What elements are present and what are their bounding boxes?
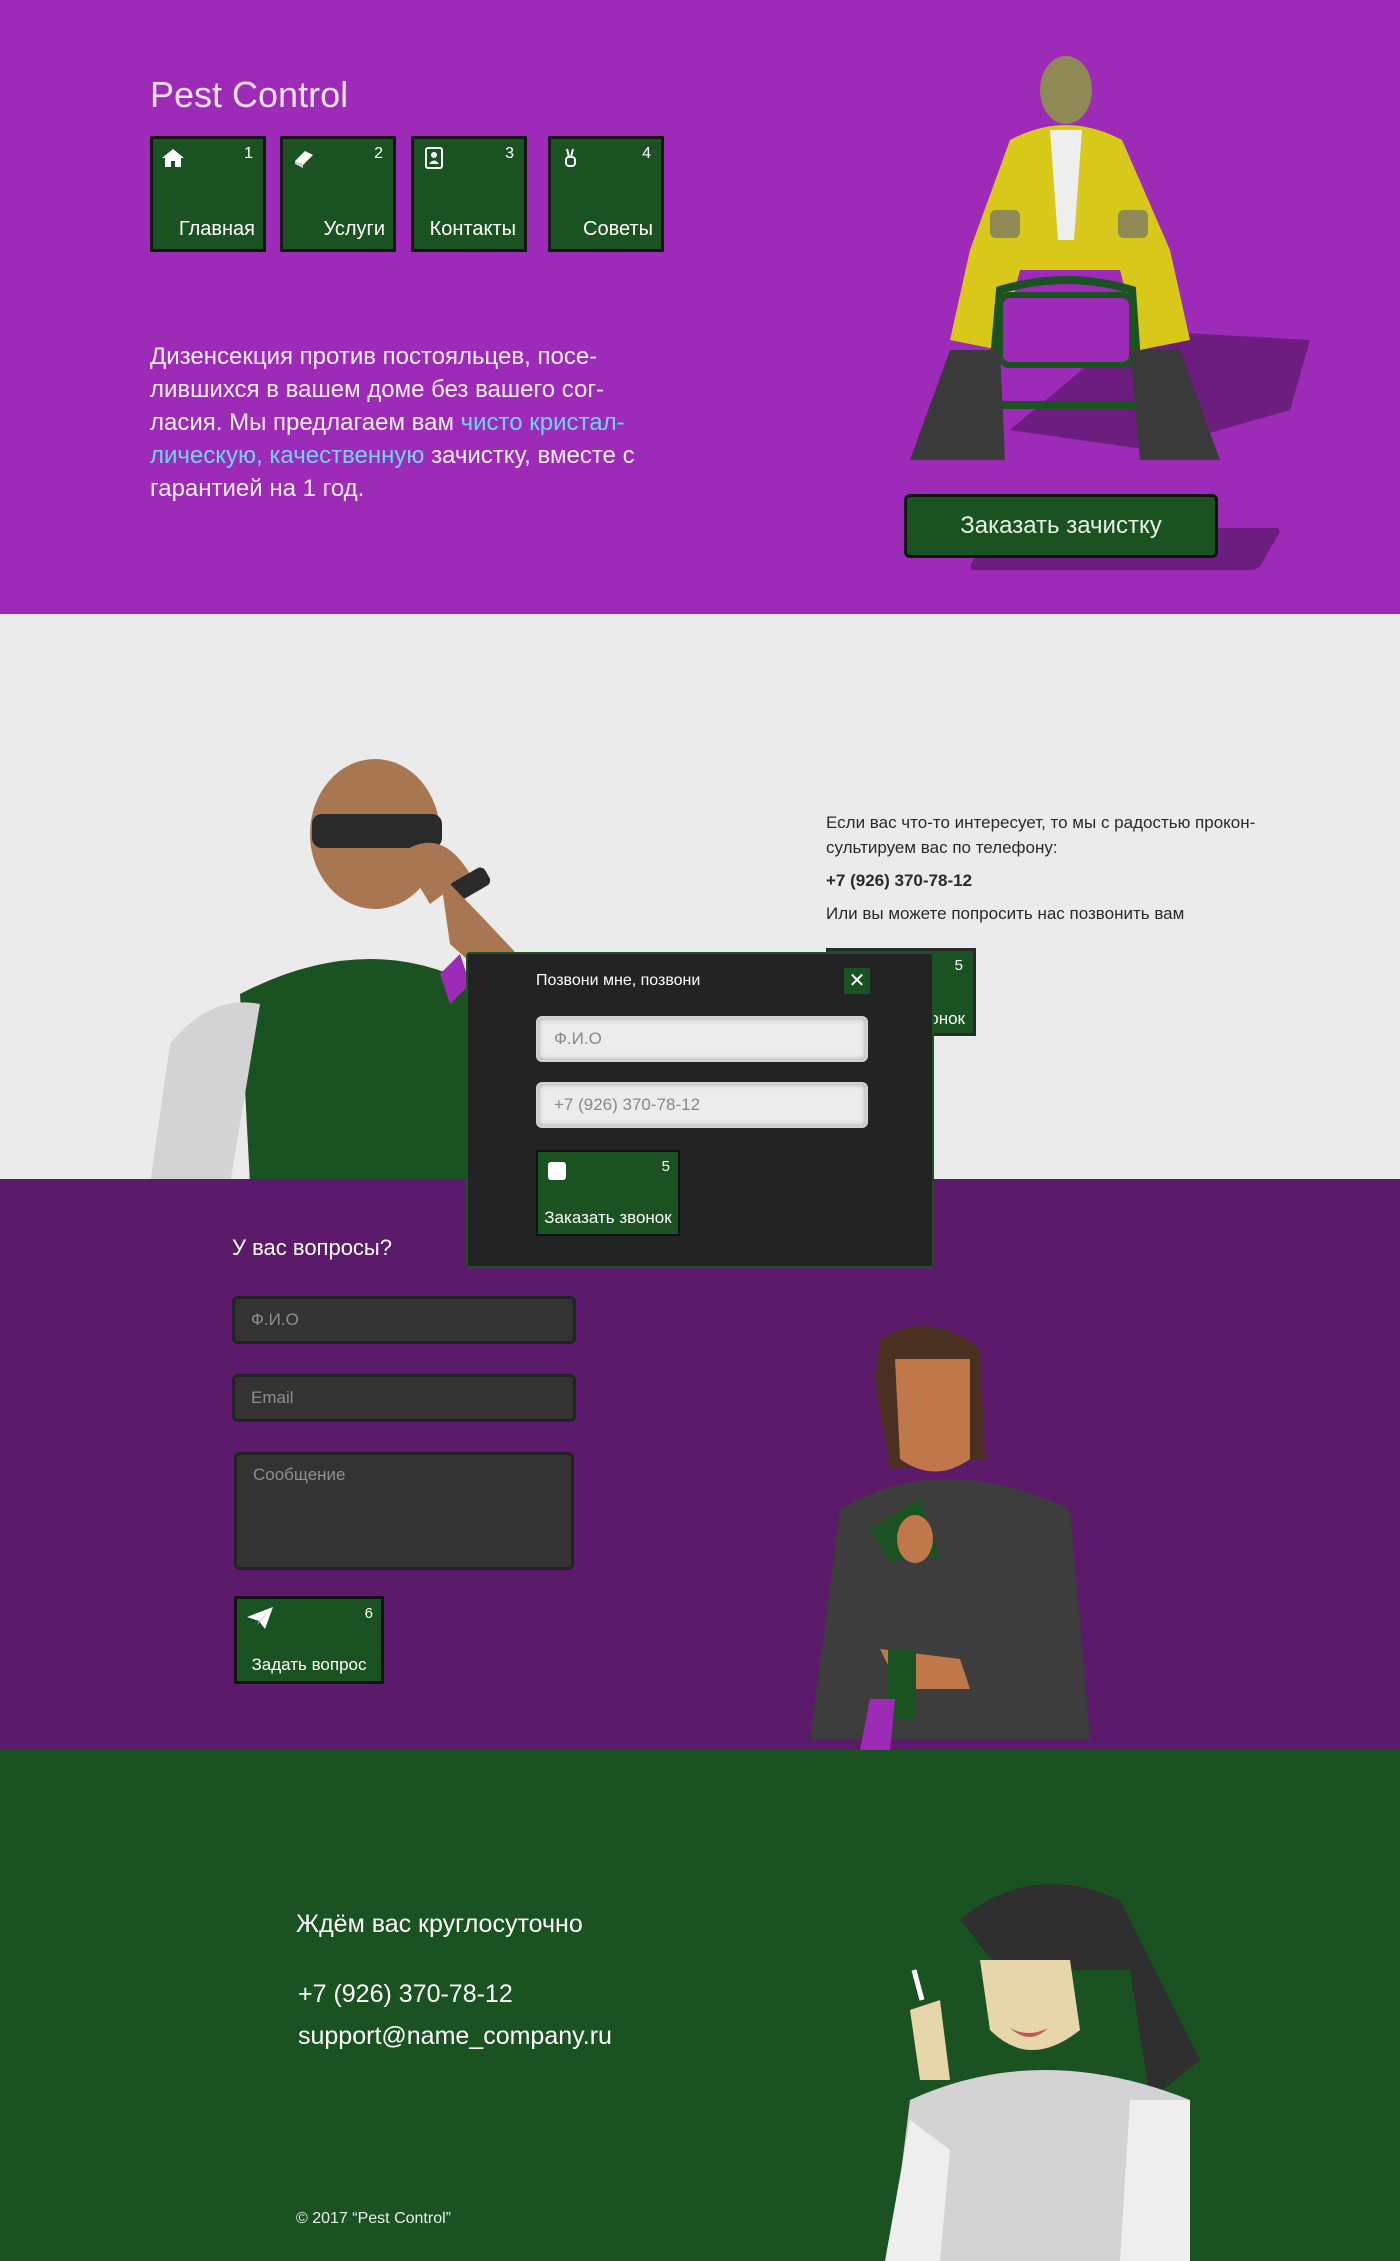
nav-tile-number: 4 [642, 145, 651, 162]
copyright: © 2017 “Pest Control” [296, 2210, 451, 2227]
book-icon [295, 151, 313, 168]
call-text-callback: Или вы можете попросить нас позвонить ва… [826, 904, 1185, 923]
footer-section: Ждём вас круглосуточно +7 (926) 370-78-1… [0, 1750, 1400, 2261]
question-name-field[interactable]: Ф.И.О [232, 1296, 576, 1344]
button-number: 6 [364, 1605, 373, 1622]
modal-name-field[interactable]: Ф.И.О [536, 1016, 868, 1062]
order-call-button[interactable]: 5 Заказать звонок [536, 1150, 680, 1236]
site-logo[interactable]: Pest Control [150, 74, 348, 116]
button-label: Заказать звонок [544, 1208, 672, 1227]
footer-phone[interactable]: +7 (926) 370-78-12 [298, 1980, 513, 2009]
footer-title: Ждём вас круглосуточно [296, 1910, 583, 1938]
nav-tile-contacts[interactable]: 3 Контакты [411, 136, 527, 252]
nav-tile-label: Главная [178, 218, 255, 240]
nav-tile-label: Услуги [323, 218, 385, 240]
question-email-field[interactable]: Email [232, 1374, 576, 1422]
hero-illustration [910, 56, 1310, 460]
paper-plane-icon [247, 1607, 273, 1629]
nav-tile-number: 3 [505, 145, 514, 162]
call-info: Если вас что-то интересует, то мы с радо… [826, 810, 1276, 926]
questions-title: У вас вопросы? [232, 1235, 392, 1260]
order-cleaning-button[interactable]: Заказать зачистку [904, 494, 1218, 558]
nav-tile-label: Советы [583, 218, 653, 240]
contacts-icon [425, 147, 443, 169]
smoking-woman-illustration [885, 1884, 1200, 2261]
modal-title: Позвони мне, позвони [536, 972, 701, 989]
hero-section: Pest Control 1 Главная 2 Услуги 3 Контак… [0, 0, 1400, 614]
call-phone-number[interactable]: +7 (926) 370-78-12 [826, 868, 1276, 893]
ask-question-button[interactable]: 6 Задать вопрос [234, 1596, 384, 1684]
victory-hand-icon [565, 148, 576, 167]
home-icon [162, 149, 184, 167]
call-text-intro: Если вас что-то интересует, то мы с радо… [826, 813, 1256, 857]
button-number: 5 [661, 1158, 670, 1175]
thinking-man-illustration [810, 1326, 1090, 1750]
nav-tile-tips[interactable]: 4 Советы [548, 136, 664, 252]
callback-modal: Позвони мне, позвони ✕ Ф.И.О +7 (926) 37… [466, 952, 934, 1268]
nav-tile-number: 2 [374, 145, 383, 162]
hero-description: Дизенсекция против постояльцев, посе-лив… [150, 340, 670, 505]
close-icon[interactable]: ✕ [844, 968, 870, 994]
nav-tile-number: 1 [244, 145, 253, 162]
nav-tile-label: Контакты [429, 218, 516, 240]
modal-phone-field[interactable]: +7 (926) 370-78-12 [536, 1082, 868, 1128]
nav-tile-home[interactable]: 1 Главная [150, 136, 266, 252]
button-label: онок [929, 1009, 965, 1028]
nav-tile-services[interactable]: 2 Услуги [280, 136, 396, 252]
footer-email[interactable]: support@name_company.ru [298, 2022, 612, 2051]
button-label: Задать вопрос [251, 1655, 367, 1674]
phone-icon [548, 1162, 566, 1180]
button-number: 5 [954, 957, 963, 974]
question-message-field[interactable]: Сообщение [234, 1452, 574, 1570]
